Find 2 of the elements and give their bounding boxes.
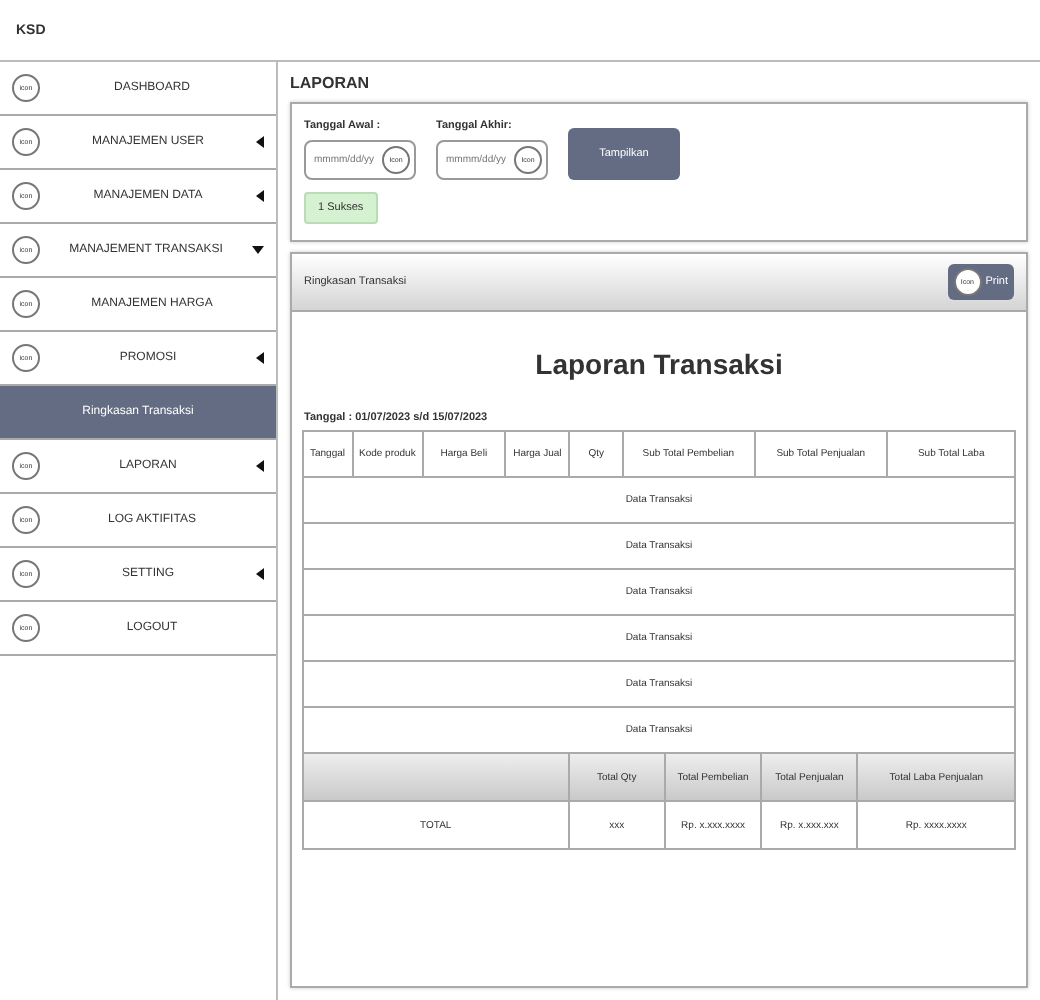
report-title: Laporan Transaksi	[533, 348, 785, 380]
page-title: LAPORAN	[290, 74, 372, 92]
